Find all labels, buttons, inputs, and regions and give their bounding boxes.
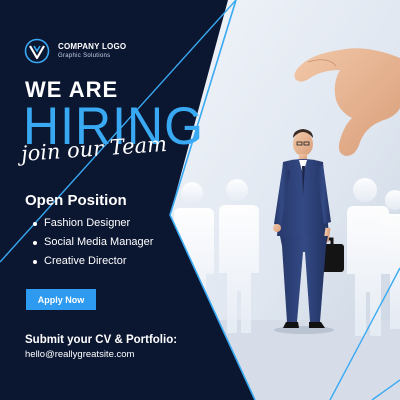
hiring-poster: COMPANY LOGO Graphic Solutions WE ARE HI…: [0, 0, 400, 400]
list-item: Fashion Designer: [25, 214, 153, 233]
bullet-icon: [33, 259, 37, 264]
bullet-icon: [33, 240, 37, 245]
company-logo-icon: [24, 38, 50, 64]
position-label: Social Media Manager: [44, 236, 154, 248]
company-name: COMPANY LOGO: [58, 42, 127, 51]
position-list: Fashion Designer Social Media Manager Cr…: [25, 214, 153, 271]
position-label: Creative Director: [44, 255, 127, 267]
open-position-title: Open Position: [25, 192, 127, 209]
company-logo: COMPANY LOGO Graphic Solutions: [24, 38, 126, 64]
submit-cv-prompt: Submit your CV & Portfolio:: [25, 334, 178, 346]
contact-email-link[interactable]: hello@reallygreatsite.com: [25, 349, 134, 361]
list-item: Creative Director: [25, 252, 153, 271]
apply-now-button[interactable]: Apply Now: [26, 289, 96, 310]
bullet-icon: [33, 221, 37, 226]
company-tagline: Graphic Solutions: [58, 53, 111, 59]
position-label: Fashion Designer: [44, 217, 131, 229]
list-item: Social Media Manager: [25, 233, 153, 252]
